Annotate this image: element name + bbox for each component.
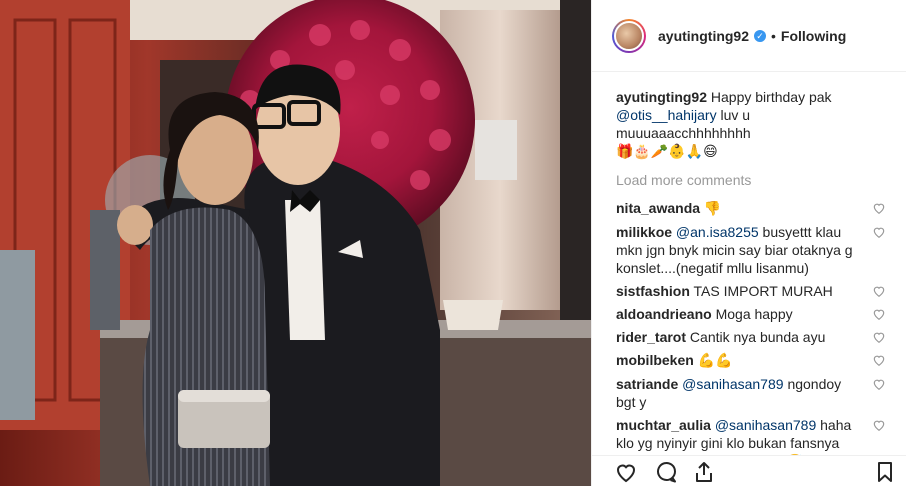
bookmark-icon[interactable] (873, 460, 897, 484)
comment-username[interactable]: aldoandrieano (616, 306, 712, 322)
caption-username[interactable]: ayutingting92 (616, 89, 707, 105)
comment-item: satriande @sanihasan789 ngondoy bgt y (616, 375, 886, 411)
comment-username[interactable]: sistfashion (616, 283, 690, 299)
comment-username[interactable]: rider_tarot (616, 329, 686, 345)
comment-mention[interactable]: @an.isa8255 (676, 224, 759, 240)
comment-username[interactable]: muchtar_aulia (616, 417, 711, 433)
comment-username[interactable]: nita_awanda (616, 200, 700, 216)
comment-username[interactable]: satriande (616, 376, 678, 392)
heart-icon[interactable] (872, 353, 886, 367)
header-username[interactable]: ayutingting92 (658, 28, 749, 44)
heart-icon[interactable] (872, 201, 886, 215)
comment-text: TAS IMPORT MURAH (693, 283, 833, 299)
heart-icon[interactable] (872, 307, 886, 321)
header-separator: • (771, 27, 776, 44)
load-more-comments-button[interactable]: Load more comments (616, 171, 886, 189)
comment-username[interactable]: mobilbeken (616, 352, 694, 368)
share-icon[interactable] (692, 460, 716, 484)
comment-mention[interactable]: @sanihasan789 (715, 417, 816, 433)
post-header: ayutingting92 ✓ • Following (592, 0, 906, 72)
post-photo[interactable] (0, 0, 591, 486)
comment-username[interactable]: milikkoe (616, 224, 672, 240)
verified-badge-icon: ✓ (754, 29, 767, 42)
comment-text: 👎 (703, 201, 722, 217)
heart-icon[interactable] (872, 225, 886, 239)
heart-icon[interactable] (872, 418, 886, 432)
comment-mention[interactable]: @sanihasan789 (682, 376, 783, 392)
caption-emojis: 🎁🎂🥕👶🙏😄 (616, 144, 718, 160)
heart-icon[interactable] (872, 284, 886, 298)
action-bar (592, 455, 906, 486)
heart-icon[interactable] (614, 460, 638, 484)
comment-item: nita_awanda 👎 (616, 199, 886, 218)
post-photo-illustration (0, 0, 591, 486)
post-side-panel: ayutingting92 ✓ • Following ayutingting9… (591, 0, 906, 486)
avatar-story-ring[interactable] (612, 18, 646, 53)
comment-item: milikkoe @an.isa8255 busyettt klau mkn j… (616, 223, 886, 277)
following-button[interactable]: Following (781, 28, 846, 44)
comment-text: 💪💪 (697, 353, 733, 369)
caption-mention[interactable]: @otis__hahijary (616, 107, 717, 123)
avatar[interactable] (614, 20, 644, 51)
comment-item: rider_tarot Cantik nya bunda ayu (616, 328, 886, 346)
caption-text: Happy birthday pak (710, 89, 832, 105)
instagram-post: ayutingting92 ✓ • Following ayutingting9… (0, 0, 906, 486)
post-caption: ayutingting92 Happy birthday pak @otis__… (616, 88, 886, 161)
comment-item: sistfashion TAS IMPORT MURAH (616, 282, 886, 300)
comment-text: Cantik nya bunda ayu (689, 329, 826, 345)
heart-icon[interactable] (872, 377, 886, 391)
heart-icon[interactable] (872, 330, 886, 344)
comment-item: aldoandrieano Moga happy (616, 305, 886, 323)
comment-item: mobilbeken 💪💪 (616, 351, 886, 370)
comment-text: Moga happy (715, 306, 793, 322)
comments-list: ayutingting92 Happy birthday pak @otis__… (616, 88, 886, 475)
comment-icon[interactable] (654, 460, 678, 484)
